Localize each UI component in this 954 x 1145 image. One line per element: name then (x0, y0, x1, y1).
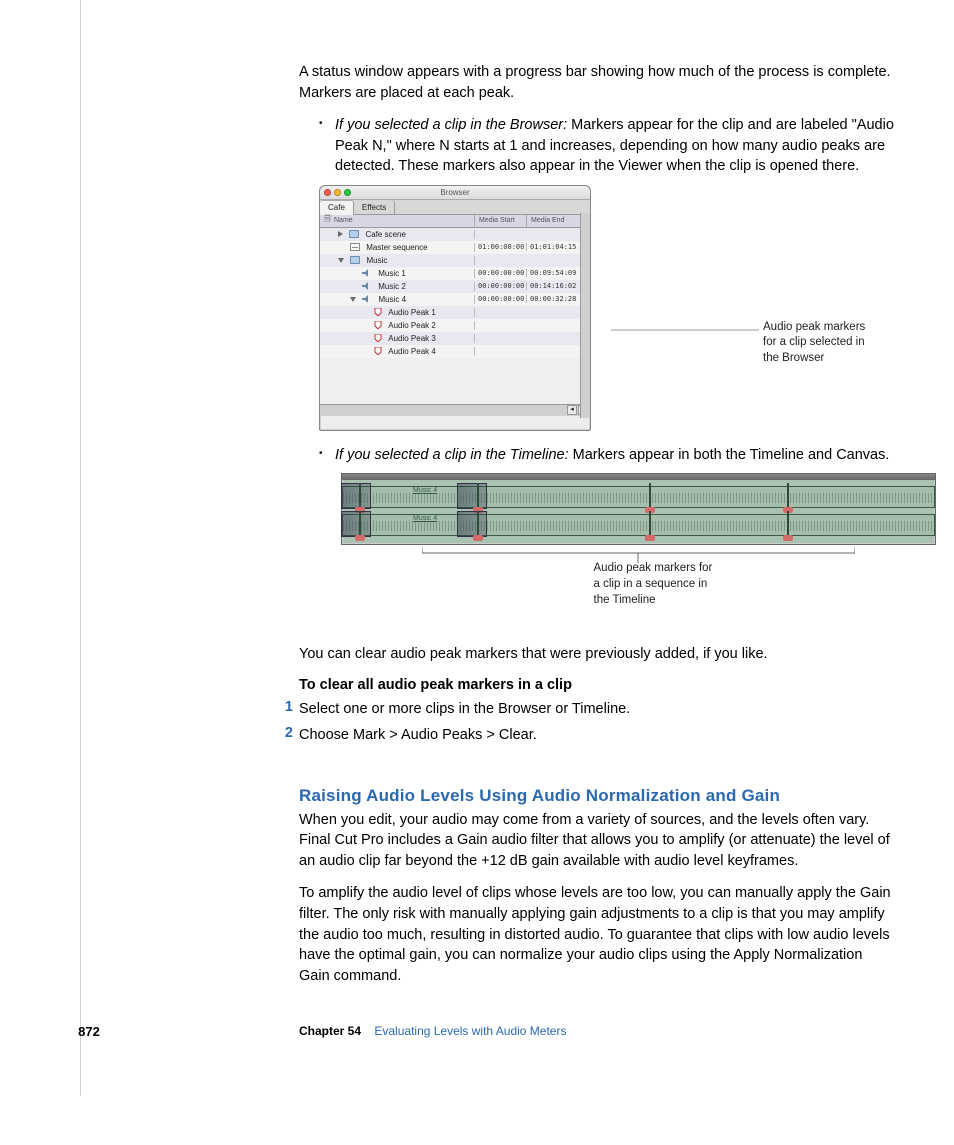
peak-marker-icon[interactable] (353, 511, 367, 539)
chapter-title: Evaluating Levels with Audio Meters (374, 1024, 566, 1038)
tabs-row: Cafe Effects (320, 200, 590, 215)
task-title: To clear all audio peak markers in a cli… (299, 677, 894, 693)
tab-cafe[interactable]: Cafe (320, 200, 354, 215)
callout-line: Audio peak markers for (594, 561, 744, 577)
audio-clip-icon (362, 269, 372, 277)
bullet-browser: • If you selected a clip in the Browser:… (319, 115, 894, 177)
peak-marker-icon[interactable] (353, 483, 367, 511)
table-row[interactable]: Music (320, 254, 590, 267)
sequence-icon (350, 243, 360, 251)
callout-line: Audio peak markers (763, 320, 865, 336)
horizontal-scrollbar[interactable]: ◂ ▸ (320, 404, 590, 416)
audio-track[interactable]: Music 4 (342, 486, 935, 508)
bullet-dot: • (319, 115, 335, 177)
marker-icon (374, 308, 382, 316)
bullet-lead: If you selected a clip in the Timeline: (335, 447, 569, 463)
scroll-left-icon[interactable]: ◂ (567, 405, 577, 415)
marker-icon (374, 347, 382, 355)
tab-effects[interactable]: Effects (354, 200, 395, 215)
browser-window: Browser Cafe Effects 🗐Name Media Start M… (319, 185, 591, 431)
peak-marker-icon[interactable] (471, 483, 485, 511)
bullet-timeline: • If you selected a clip in the Timeline… (319, 445, 894, 466)
bullet-lead: If you selected a clip in the Browser: (335, 117, 567, 133)
peak-marker-icon[interactable] (471, 511, 485, 539)
section-heading: Raising Audio Levels Using Audio Normali… (299, 786, 894, 806)
step-number: 2 (283, 725, 299, 746)
peak-marker-icon[interactable] (643, 511, 657, 539)
window-title: Browser (440, 188, 469, 197)
step-number: 1 (283, 699, 299, 720)
table-row[interactable]: Music 2 00:00:00:0000:14:16:02 (320, 280, 590, 293)
step-text: Select one or more clips in the Browser … (299, 699, 894, 720)
callout-line: a clip in a sequence in (594, 577, 744, 593)
bullet-dot: • (319, 445, 335, 466)
bullet-text: If you selected a clip in the Timeline: … (335, 445, 894, 466)
intro-paragraph: A status window appears with a progress … (299, 62, 894, 103)
browser-screenshot-row: Browser Cafe Effects 🗐Name Media Start M… (319, 185, 894, 431)
col-media-end[interactable]: Media End (527, 215, 581, 227)
col-name[interactable]: 🗐Name (320, 215, 475, 227)
peak-marker-icon[interactable] (781, 511, 795, 539)
bullet-text: If you selected a clip in the Browser: M… (335, 115, 894, 177)
folder-icon (349, 230, 359, 238)
browser-screenshot: Browser Cafe Effects 🗐Name Media Start M… (319, 185, 591, 431)
step-1: 1 Select one or more clips in the Browse… (283, 699, 894, 720)
callout-line: for a clip selected in (763, 335, 865, 351)
vertical-scrollbar[interactable] (580, 213, 590, 418)
bullet-rest: Markers appear in both the Timeline and … (569, 447, 890, 463)
table-row[interactable]: Cafe scene (320, 228, 590, 241)
column-header: 🗐Name Media Start Media End (320, 215, 590, 228)
timeline-screenshot: Music 4 Music 4 (341, 473, 894, 545)
step-2: 2 Choose Mark > Audio Peaks > Clear. (283, 725, 894, 746)
timeline-panel: Music 4 Music 4 (341, 473, 936, 545)
table-row[interactable]: Master sequence 01:00:00:0001:01:04:15 (320, 241, 590, 254)
browser-callout: Audio peak markers for a clip selected i… (611, 320, 865, 367)
disclosure-right-icon[interactable] (338, 231, 343, 237)
table-row[interactable]: Music 4 00:00:00:0000:00:32:28 (320, 293, 590, 306)
timeline-callout: Audio peak markers for a clip in a seque… (341, 547, 936, 608)
browser-tree: Cafe scene Master sequence 01:00:00:0001… (320, 228, 590, 416)
marker-icon (374, 334, 382, 342)
callout-line: the Timeline (594, 593, 744, 609)
section-para-1: When you edit, your audio may come from … (299, 810, 894, 872)
col-media-start[interactable]: Media Start (475, 215, 527, 227)
section-para-2: To amplify the audio level of clips whos… (299, 883, 894, 986)
table-row[interactable]: Music 1 00:00:00:0000:09:54:09 (320, 267, 590, 280)
folder-icon (350, 256, 360, 264)
page-number: 872 (59, 1024, 119, 1039)
clear-markers-paragraph: You can clear audio peak markers that we… (299, 644, 894, 665)
traffic-lights (324, 189, 351, 196)
table-row[interactable]: Audio Peak 4 (320, 345, 590, 358)
minimize-icon[interactable] (334, 189, 341, 196)
table-row[interactable]: Audio Peak 1 (320, 306, 590, 319)
close-icon[interactable] (324, 189, 331, 196)
disclosure-down-icon[interactable] (338, 258, 344, 263)
step-text: Choose Mark > Audio Peaks > Clear. (299, 725, 894, 746)
window-titlebar: Browser (320, 186, 590, 200)
audio-track[interactable]: Music 4 (342, 514, 935, 536)
chapter-label: Chapter 54 (299, 1024, 361, 1038)
callout-line: the Browser (763, 351, 865, 367)
disclosure-down-icon[interactable] (350, 297, 356, 302)
zoom-icon[interactable] (344, 189, 351, 196)
marker-icon (374, 321, 382, 329)
table-row[interactable]: Audio Peak 2 (320, 319, 590, 332)
peak-marker-icon[interactable] (781, 483, 795, 511)
table-row[interactable]: Audio Peak 3 (320, 332, 590, 345)
audio-clip-icon (362, 295, 372, 303)
peak-marker-icon[interactable] (643, 483, 657, 511)
audio-clip-icon (362, 282, 372, 290)
page-footer: 872 Chapter 54 Evaluating Levels with Au… (141, 1016, 894, 1056)
